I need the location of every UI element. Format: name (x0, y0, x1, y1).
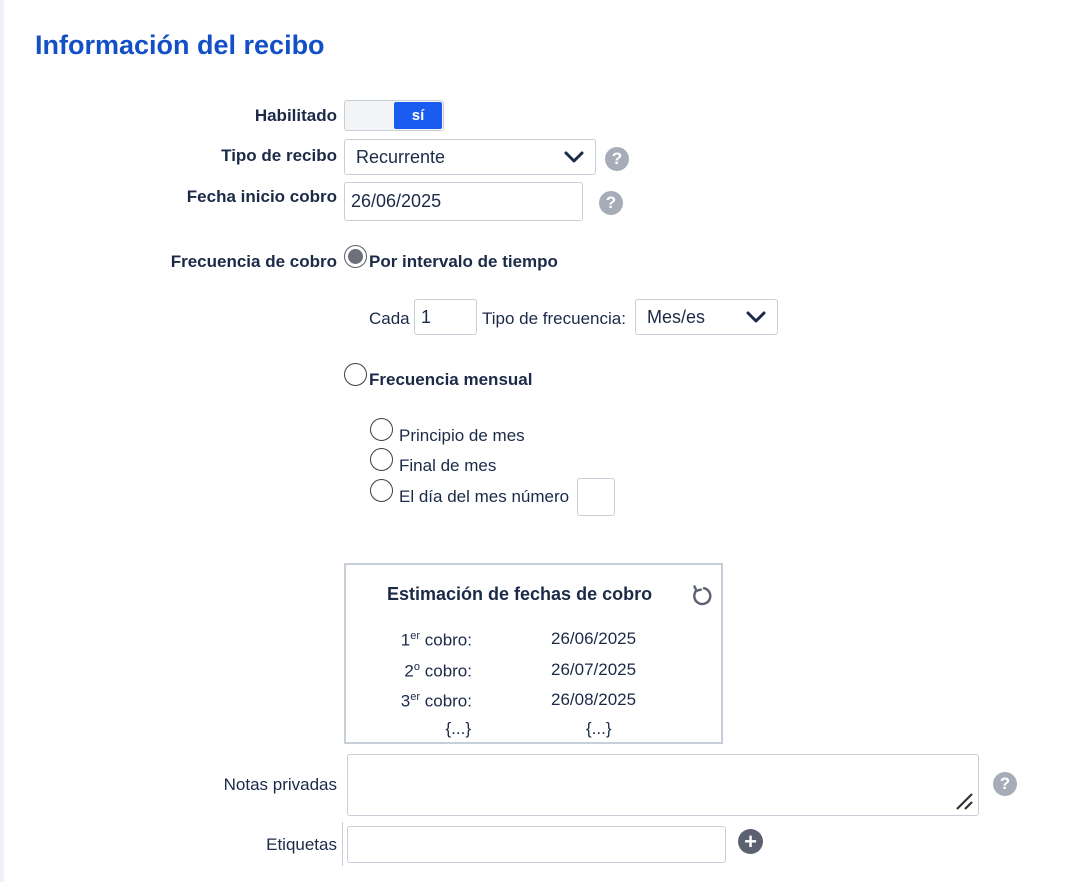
month-start-label: Principio de mes (399, 426, 525, 445)
estimate-row-label: 1er cobro: (400, 630, 472, 650)
section-title: Información del recibo (35, 30, 325, 60)
start-date-label: Fecha inicio cobro (186, 187, 337, 206)
month-day-label: El día del mes número (399, 487, 570, 506)
estimate-title: Estimación de fechas de cobro (387, 584, 653, 604)
freq-type-select[interactable]: Mes/es (635, 299, 778, 335)
receipt-type-help-icon[interactable]: ? (605, 147, 629, 171)
receipt-type-value: Recurrente (356, 146, 446, 167)
resize-handle-icon[interactable] (954, 791, 974, 811)
monthly-option-label: Frecuencia mensual (369, 370, 533, 389)
receipt-type-label: Tipo de recibo (221, 146, 337, 165)
freq-type-value: Mes/es (647, 306, 706, 327)
every-value: 1 (421, 306, 432, 327)
month-day-radio[interactable] (370, 479, 393, 502)
enabled-label: Habilitado (254, 106, 337, 125)
frequency-label: Frecuencia de cobro (170, 252, 337, 271)
month-start-radio[interactable] (370, 418, 393, 441)
tags-input[interactable] (347, 826, 726, 863)
estimate-panel: Estimación de fechas de cobro 1er cobro:… (344, 563, 723, 744)
tags-separator (342, 822, 343, 866)
private-notes-help-icon[interactable]: ? (993, 772, 1017, 796)
start-date-help-icon[interactable]: ? (599, 191, 623, 215)
estimate-row-date: 26/08/2025 (551, 690, 637, 709)
tags-label: Etiquetas (266, 835, 337, 854)
private-notes-label: Notas privadas (223, 775, 337, 794)
add-tag-icon[interactable]: + (738, 829, 763, 854)
chevron-down-icon (564, 151, 584, 163)
estimate-row-label: 3er cobro: (400, 691, 472, 711)
toggle-on-state: sí (394, 102, 442, 129)
refresh-icon[interactable] (690, 584, 714, 608)
interval-option-label: Por intervalo de tiempo (369, 252, 558, 271)
start-date-value: 26/06/2025 (351, 191, 442, 211)
monthly-radio[interactable] (344, 363, 367, 386)
estimate-row-date: 26/07/2025 (551, 660, 637, 679)
private-notes-textarea[interactable] (347, 754, 979, 816)
receipt-type-select[interactable]: Recurrente (344, 139, 596, 175)
estimate-ellipsis-date: {...} (586, 719, 612, 738)
estimate-row-label: 2o cobro: (404, 661, 472, 681)
month-end-radio[interactable] (370, 448, 393, 471)
chevron-down-icon (746, 311, 766, 323)
month-day-input[interactable] (577, 478, 615, 516)
month-end-label: Final de mes (399, 456, 497, 475)
start-date-input[interactable]: 26/06/2025 (344, 182, 583, 221)
left-edge-strip (0, 0, 4, 882)
interval-radio[interactable] (344, 245, 367, 268)
enabled-toggle[interactable]: sí (344, 100, 444, 131)
every-input[interactable]: 1 (414, 299, 477, 335)
every-label: Cada (369, 309, 410, 328)
estimate-row-date: 26/06/2025 (551, 629, 637, 648)
freq-type-label: Tipo de frecuencia: (482, 309, 626, 328)
estimate-ellipsis-label: {...} (445, 719, 471, 738)
